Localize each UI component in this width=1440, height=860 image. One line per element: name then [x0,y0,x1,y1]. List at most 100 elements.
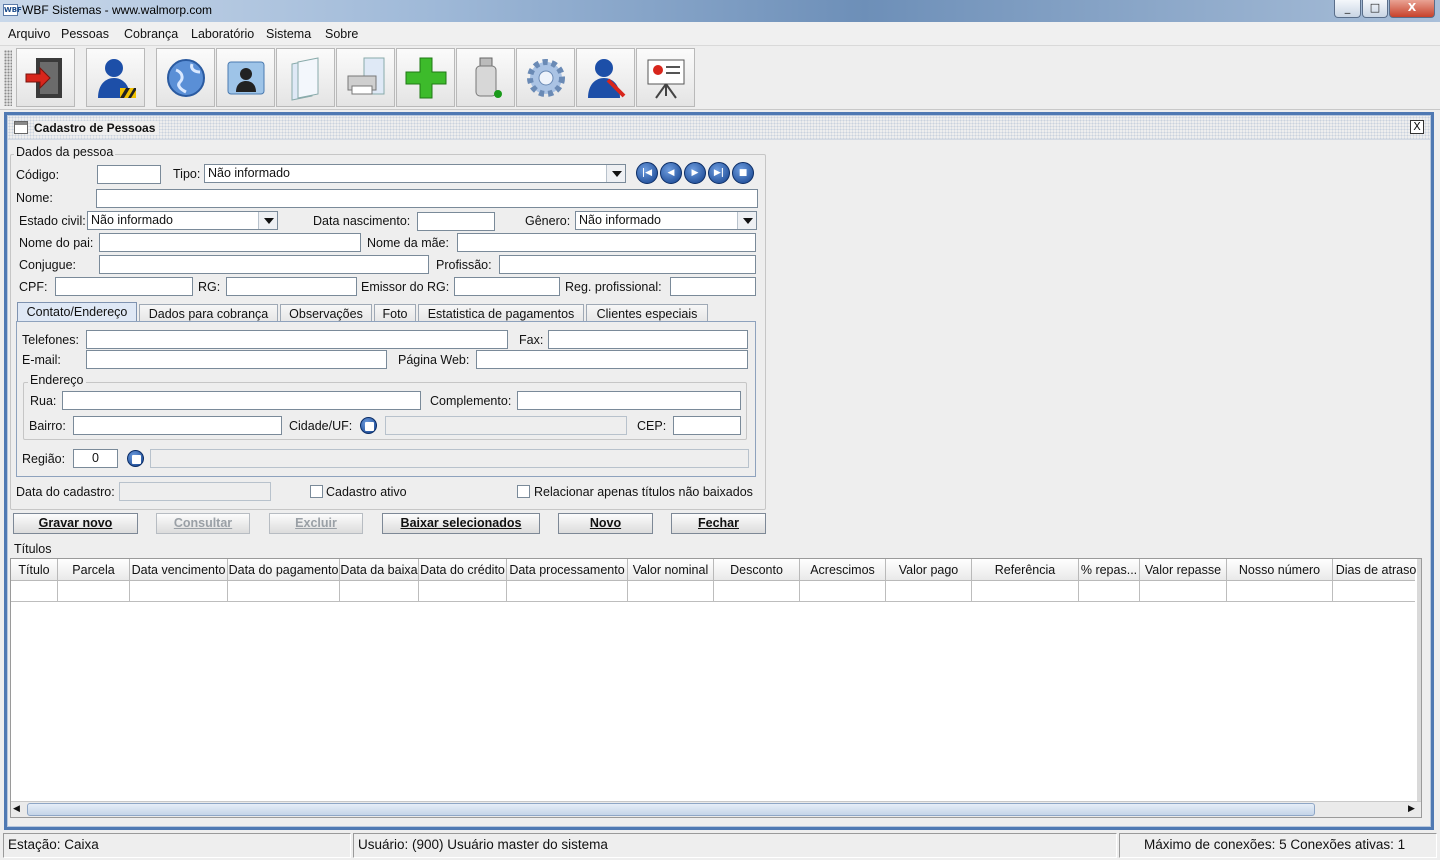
fechar-button[interactable]: Fechar [671,513,766,534]
telefones-label: Telefones: [22,333,79,347]
excluir-button[interactable]: Excluir [269,513,363,534]
menu-sobre[interactable]: Sobre [325,27,358,41]
gear-icon [526,58,565,97]
internal-frame-header: Cadastro de Pessoas X [8,116,1430,140]
profissao-label: Profissão: [436,258,492,272]
nome-pai-input[interactable] [99,233,361,252]
cidade-uf-label: Cidade/UF: [289,419,353,433]
fax-input[interactable] [548,330,748,349]
col-valor-nominal[interactable]: Valor nominal [628,559,714,581]
estado-civil-select[interactable]: Não informado [87,211,278,230]
gravar-novo-button[interactable]: Gravar novo [13,513,138,534]
col-data-pagamento[interactable]: Data do pagamento [228,559,340,581]
table-row[interactable] [11,581,1419,602]
codigo-input[interactable] [97,165,161,184]
menu-laboratorio[interactable]: Laboratório [191,27,254,41]
profissao-input[interactable] [499,255,756,274]
col-acrescimos[interactable]: Acrescimos [800,559,886,581]
previous-record-button[interactable]: ◀ [660,162,682,184]
web-button[interactable] [156,48,215,107]
cpf-input[interactable] [55,277,193,296]
exit-button[interactable] [16,48,75,107]
consultar-button[interactable]: Consultar [156,513,250,534]
cidade-lookup-button[interactable] [360,417,377,434]
tipo-select[interactable]: Não informado [204,164,626,183]
cep-input[interactable] [673,416,741,435]
people-button[interactable] [86,48,145,107]
email-input[interactable] [86,350,387,369]
col-referencia[interactable]: Referência [972,559,1079,581]
status-usuario: Usuário: (900) Usuário master do sistema [353,833,1117,858]
col-data-credito[interactable]: Data do crédito [419,559,507,581]
cidade-uf-display [385,416,627,435]
add-button[interactable] [396,48,455,107]
usb-button[interactable] [456,48,515,107]
nome-mae-label: Nome da mãe: [367,236,449,250]
user-admin-button[interactable] [576,48,635,107]
menu-cobranca[interactable]: Cobrança [124,27,178,41]
horizontal-scrollbar[interactable]: ◀ ▶ [11,801,1421,817]
regiao-input[interactable]: 0 [73,449,118,468]
col-data-processamento[interactable]: Data processamento [507,559,628,581]
globe-icon [166,58,205,97]
rua-input[interactable] [62,391,421,410]
scroll-right-icon[interactable]: ▶ [1408,804,1419,815]
col-valor-pago[interactable]: Valor pago [886,559,972,581]
col-percent-repasse[interactable]: % repas... [1079,559,1140,581]
contacts-button[interactable] [216,48,275,107]
titulos-table[interactable]: Título Parcela Data vencimento Data do p… [10,558,1422,818]
data-nascimento-input[interactable] [417,212,495,231]
col-desconto[interactable]: Desconto [714,559,800,581]
scroll-left-icon[interactable]: ◀ [13,804,24,815]
internal-close-button[interactable]: X [1410,120,1424,134]
settings-button[interactable] [516,48,575,107]
menu-pessoas[interactable]: Pessoas [61,27,109,41]
conjugue-input[interactable] [99,255,429,274]
stop-record-button[interactable]: ■ [732,162,754,184]
col-data-baixa[interactable]: Data da baixa [340,559,419,581]
print-button[interactable] [336,48,395,107]
close-button[interactable]: X [1389,0,1435,18]
col-nosso-numero[interactable]: Nosso número [1227,559,1333,581]
rua-label: Rua: [30,394,57,408]
maximize-button[interactable]: □ [1362,0,1388,18]
documents-button[interactable] [276,48,335,107]
data-nascimento-label: Data nascimento: [313,214,411,228]
col-valor-repasse[interactable]: Valor repasse [1140,559,1227,581]
menu-sistema[interactable]: Sistema [266,27,311,41]
complemento-label: Complemento: [430,394,512,408]
app-icon: WBF [3,4,22,16]
col-titulo[interactable]: Título [11,559,58,581]
col-data-vencimento[interactable]: Data vencimento [130,559,228,581]
nome-mae-input[interactable] [457,233,756,252]
baixar-selecionados-button[interactable]: Baixar selecionados [382,513,540,534]
next-record-button[interactable]: ▶ [684,162,706,184]
cadastro-ativo-checkbox[interactable] [310,485,323,498]
col-dias-atraso[interactable]: Dias de atraso [1333,559,1419,581]
telefones-input[interactable] [86,330,508,349]
relacionar-checkbox[interactable] [517,485,530,498]
bairro-input[interactable] [73,416,282,435]
genero-label: Gênero: [525,214,571,228]
menu-arquivo[interactable]: Arquivo [8,27,50,41]
complemento-input[interactable] [517,391,741,410]
codigo-label: Código: [16,168,60,182]
plus-icon [405,57,446,98]
presentation-button[interactable] [636,48,695,107]
pagina-web-label: Página Web: [398,353,470,367]
first-record-button[interactable]: |◀ [636,162,658,184]
col-parcela[interactable]: Parcela [58,559,130,581]
nome-input[interactable] [96,189,758,208]
novo-button[interactable]: Novo [558,513,653,534]
pagina-web-input[interactable] [476,350,748,369]
toolbar-grip[interactable] [4,50,12,106]
emissor-rg-input[interactable] [454,277,560,296]
reg-profissional-input[interactable] [670,277,756,296]
genero-select[interactable]: Não informado [575,211,757,230]
regiao-lookup-button[interactable] [127,450,144,467]
vertical-scroll-edge [1417,559,1421,801]
minimize-button[interactable]: _ [1334,0,1361,18]
last-record-button[interactable]: ▶| [708,162,730,184]
rg-input[interactable] [226,277,357,296]
scroll-thumb[interactable] [27,803,1315,816]
